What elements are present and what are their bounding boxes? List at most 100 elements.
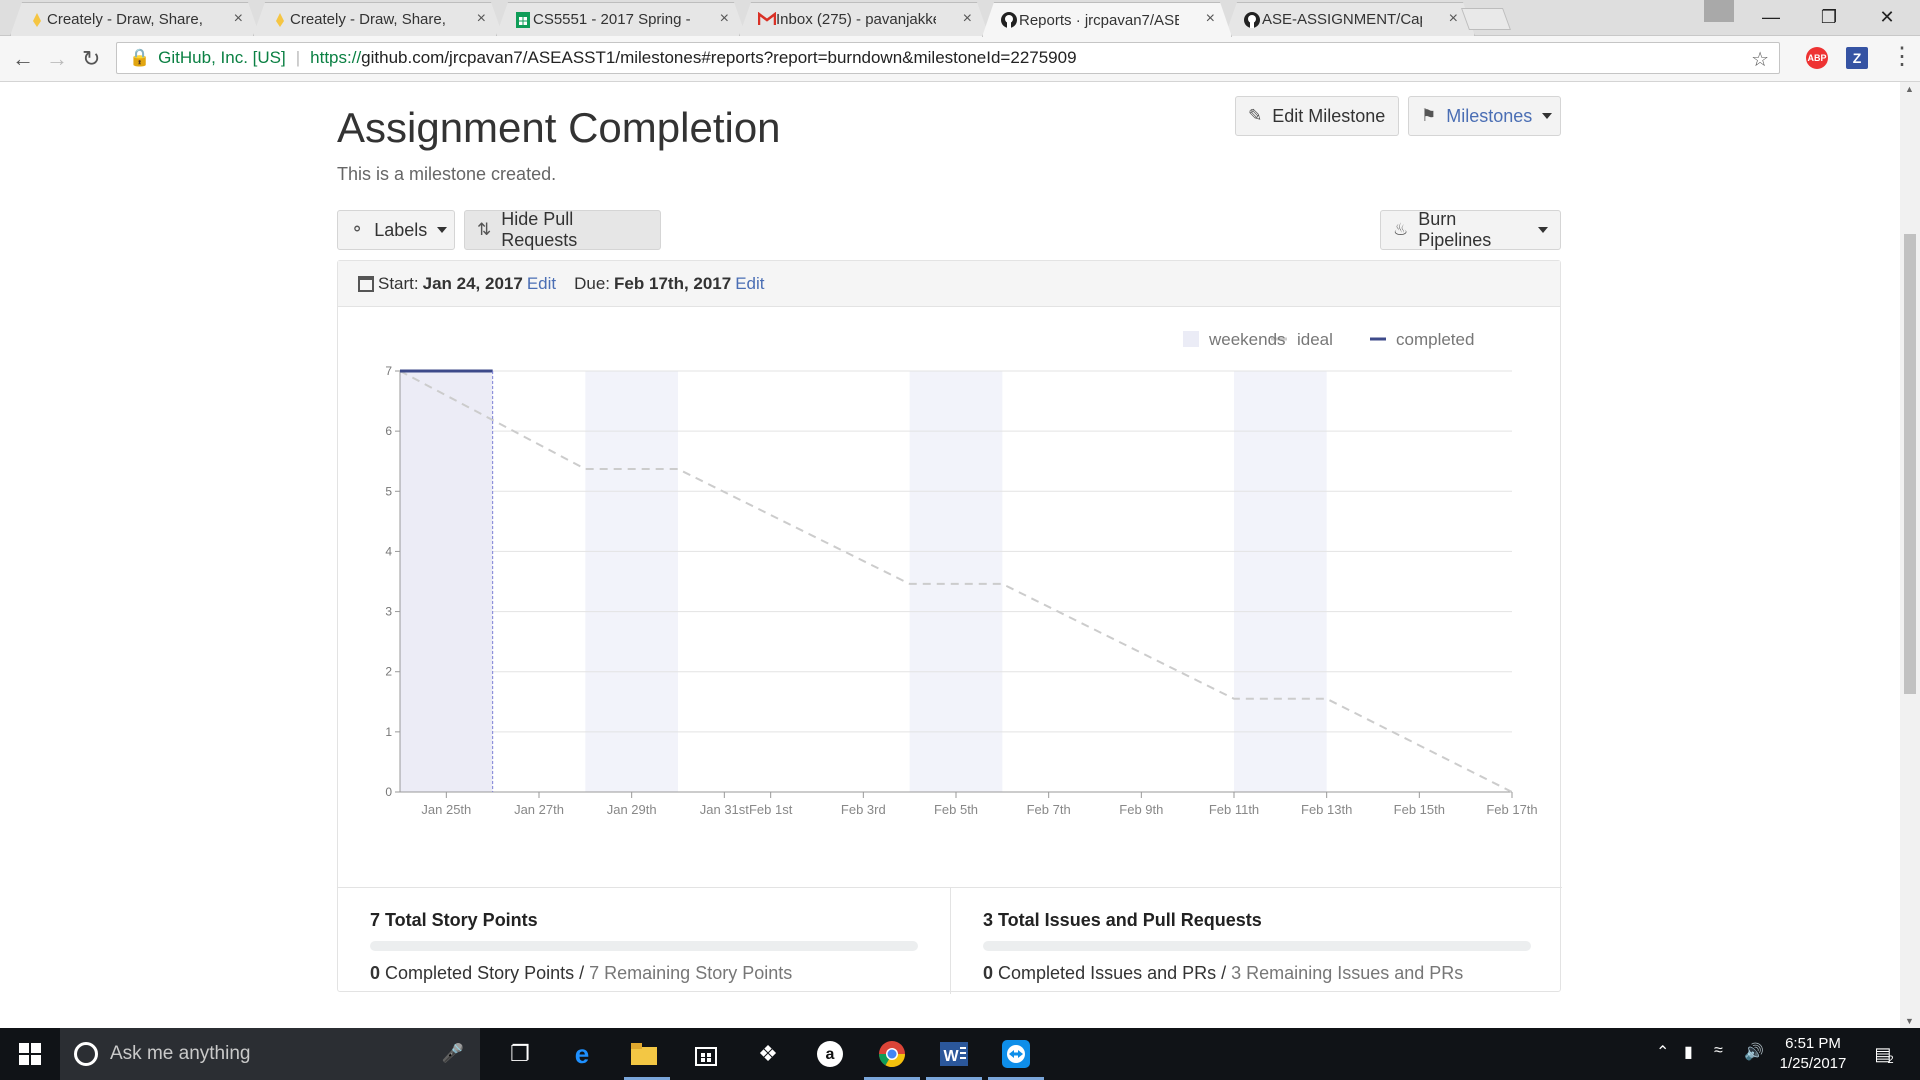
- browser-tab[interactable]: CS5551 - 2017 Spring - G ×: [496, 2, 746, 36]
- battery-icon[interactable]: ▮: [1684, 1042, 1693, 1062]
- completed-story-points-label: Completed Story Points: [385, 963, 575, 983]
- issues-progress-bar: [983, 941, 1531, 951]
- microphone-icon[interactable]: 🎤: [442, 1043, 464, 1064]
- back-icon[interactable]: ←: [12, 46, 34, 72]
- labels-dropdown[interactable]: ⚬ Labels: [337, 210, 455, 250]
- search-placeholder: Ask me anything: [110, 1043, 251, 1064]
- teamviewer-icon[interactable]: [1000, 1038, 1032, 1070]
- legend-label: completed: [1396, 330, 1474, 349]
- flame-icon: ♨: [1393, 220, 1409, 239]
- browser-tab[interactable]: ASE-ASSIGNMENT/Captu ×: [1225, 2, 1475, 36]
- chevron-down-icon: [1542, 113, 1553, 119]
- issues-summary: 0 Completed Issues and PRs / 3 Remaining…: [983, 963, 1530, 984]
- new-tab-button[interactable]: [1460, 8, 1512, 30]
- labels-label: Labels: [374, 219, 428, 240]
- scroll-down-icon[interactable]: ▼: [1905, 1016, 1914, 1026]
- x-tick-label: Feb 11th: [1209, 802, 1259, 817]
- z-extension-icon[interactable]: Z: [1846, 47, 1868, 69]
- milestone-dates-header: Start: Jan 24, 2017 Edit Due: Feb 17th, …: [338, 261, 1560, 307]
- due-label: Due:: [574, 273, 611, 293]
- edit-start-date-link[interactable]: Edit: [527, 274, 556, 294]
- url-scheme: https://: [310, 48, 362, 67]
- page-scrollbar[interactable]: ▲ ▼: [1900, 82, 1920, 1028]
- amazon-icon[interactable]: a: [814, 1038, 846, 1070]
- completed-area-fill: [400, 371, 493, 792]
- milestone-signpost-icon: ⚑: [1421, 106, 1437, 125]
- edit-milestone-button[interactable]: ✎ Edit Milestone: [1235, 96, 1399, 136]
- bookmark-star-icon[interactable]: ☆: [1751, 47, 1769, 72]
- scrollbar-thumb[interactable]: [1904, 234, 1916, 694]
- close-icon[interactable]: ×: [720, 10, 729, 28]
- clock-date: 1/25/2017: [1779, 1055, 1847, 1072]
- chrome-icon[interactable]: [876, 1038, 908, 1070]
- action-center-icon[interactable]: ▤ 2: [1868, 1038, 1900, 1070]
- burn-pipelines-label: Burn Pipelines: [1418, 209, 1492, 250]
- y-tick-label: 5: [385, 484, 392, 498]
- edit-milestone-label: Edit Milestone: [1272, 105, 1386, 126]
- svg-text:W: W: [943, 1048, 959, 1065]
- edit-due-date-link[interactable]: Edit: [735, 274, 764, 294]
- adblock-extension-icon[interactable]: ABP: [1806, 47, 1828, 69]
- pencil-icon: ✎: [1248, 106, 1263, 125]
- x-tick-label: Feb 5th: [934, 802, 978, 817]
- x-tick-label: Jan 29th: [607, 802, 657, 817]
- close-icon[interactable]: ×: [963, 10, 972, 28]
- x-tick-label: Feb 17th: [1486, 802, 1537, 817]
- cortana-search-box[interactable]: Ask me anything 🎤: [60, 1028, 480, 1080]
- browser-tab[interactable]: Creately - Draw, Share, V ×: [253, 2, 503, 36]
- completed-issues-count: 0: [983, 963, 994, 983]
- system-clock[interactable]: 6:51 PM 1/25/2017: [1768, 1034, 1858, 1074]
- file-explorer-icon[interactable]: [628, 1038, 660, 1070]
- url-text: github.com/jrcpavan7/ASEASST1/milestones…: [361, 48, 1077, 67]
- wifi-icon[interactable]: ≈: [1714, 1042, 1723, 1060]
- store-icon[interactable]: [690, 1038, 722, 1070]
- scroll-up-icon[interactable]: ▲: [1905, 84, 1914, 94]
- tab-title: Inbox (275) - pavanjakke: [776, 11, 936, 28]
- tab-title: CS5551 - 2017 Spring - G: [533, 11, 693, 28]
- start-date: Jan 24, 2017: [422, 273, 523, 293]
- show-hidden-icons-chevron-icon[interactable]: ⌃: [1656, 1042, 1669, 1062]
- browser-tab[interactable]: Creately - Draw, Share, V ×: [10, 2, 260, 36]
- weekend-bands: [585, 371, 1327, 792]
- menu-icon[interactable]: ⋮: [1890, 42, 1914, 71]
- windows-start-icon[interactable]: [14, 1038, 46, 1070]
- burn-pipelines-dropdown[interactable]: ♨ Burn Pipelines: [1380, 209, 1561, 250]
- x-tick-label: Feb 9th: [1119, 802, 1163, 817]
- volume-icon[interactable]: 🔊: [1744, 1042, 1764, 1062]
- y-tick-label: 2: [385, 665, 392, 679]
- edge-icon[interactable]: e: [566, 1038, 598, 1070]
- story-points-summary: 0 Completed Story Points / 7 Remaining S…: [370, 963, 918, 984]
- completed-issues-label: Completed Issues and PRs: [998, 963, 1217, 983]
- minimize-icon[interactable]: —: [1742, 0, 1800, 34]
- browser-tab[interactable]: Inbox (275) - pavanjakke ×: [739, 2, 989, 36]
- browser-tab-active[interactable]: Reports · jrcpavan7/ASEA ×: [982, 2, 1232, 37]
- restore-icon[interactable]: ❐: [1800, 0, 1858, 34]
- divider: /: [1216, 963, 1232, 983]
- issues-total: 3 Total Issues and Pull Requests: [983, 910, 1262, 930]
- hide-pull-requests-button[interactable]: ⇅ Hide Pull Requests: [464, 209, 661, 250]
- url-separator: |: [295, 48, 301, 67]
- browser-toolbar: ← → ↻ 🔒 GitHub, Inc. [US] | https:// git…: [0, 36, 1920, 82]
- burndown-chart: 0 1 2 3 4 5 6 7 Jan 25th Jan 27th Jan 29th Jan 31st…: [385, 330, 1537, 817]
- milestones-dropdown[interactable]: ⚑ Milestones: [1408, 96, 1561, 136]
- task-view-icon[interactable]: ❐: [504, 1038, 536, 1070]
- github-icon: [1244, 12, 1260, 28]
- close-icon[interactable]: ×: [1449, 10, 1458, 28]
- weekend-band: [1234, 371, 1327, 792]
- y-tick-label: 4: [385, 544, 392, 558]
- completed-area: [400, 371, 493, 792]
- close-icon[interactable]: ×: [477, 10, 486, 28]
- dropbox-icon[interactable]: ❖: [752, 1038, 784, 1070]
- close-window-icon[interactable]: ✕: [1858, 0, 1916, 34]
- word-icon[interactable]: W: [938, 1038, 970, 1070]
- close-icon[interactable]: ×: [1206, 10, 1215, 28]
- forward-icon[interactable]: →: [46, 46, 68, 72]
- reload-icon[interactable]: ↻: [82, 46, 100, 72]
- pull-request-icon: ⇅: [477, 220, 492, 239]
- address-bar[interactable]: 🔒 GitHub, Inc. [US] | https:// github.co…: [116, 42, 1780, 74]
- calendar-icon: [358, 275, 374, 292]
- profile-icon[interactable]: [1704, 0, 1734, 22]
- close-icon[interactable]: ×: [234, 10, 243, 28]
- milestone-stats: 7 Total Story Points 0 Completed Story P…: [338, 887, 1562, 994]
- ev-cert-name: GitHub, Inc. [US]: [158, 48, 286, 67]
